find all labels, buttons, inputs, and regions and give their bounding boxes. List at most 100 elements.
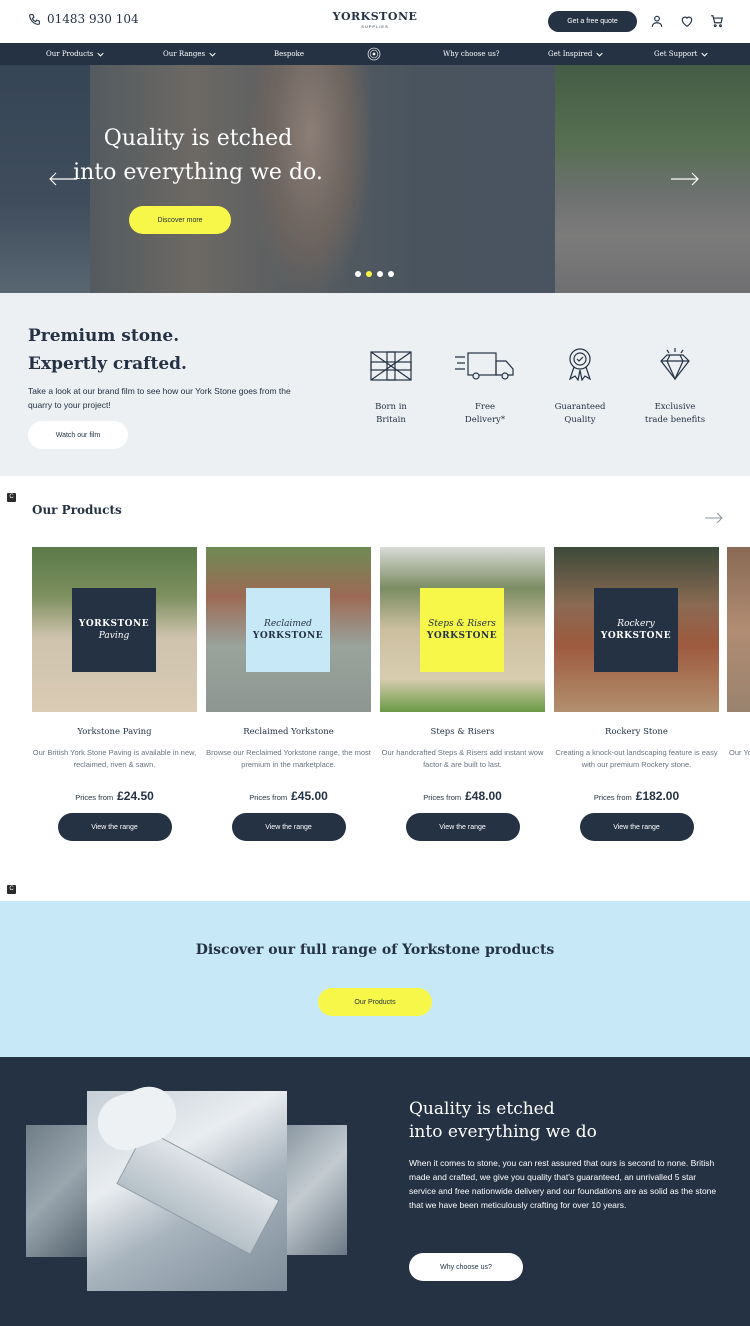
nav-bespoke[interactable]: Bespoke	[274, 43, 304, 65]
logo-seal-icon[interactable]	[367, 47, 381, 61]
feature-label-line1: Guaranteed	[554, 402, 606, 412]
premium-title: Premium stone. Expertly crafted.	[28, 322, 187, 378]
product-card-reclaimed[interactable]: Reclaimed YORKSTONE Reclaimed Yorkstone …	[206, 547, 371, 841]
premium-title-line2: Expertly crafted.	[28, 354, 187, 374]
price-label: Prices from	[593, 793, 632, 802]
nav-label: Our Products	[46, 50, 94, 58]
feature-label-line2: Delivery*	[464, 415, 506, 425]
brand-box-range: Reclaimed	[264, 619, 312, 629]
feature-guaranteed-quality: Guaranteed Quality	[535, 348, 625, 427]
brand-box-range: Paving	[98, 631, 130, 641]
carousel-dot-active[interactable]	[366, 271, 372, 277]
premium-section: Premium stone. Expertly crafted. Take a …	[0, 293, 750, 476]
nav-label: Our Ranges	[163, 50, 206, 58]
chevron-down-icon	[701, 52, 709, 57]
chevron-down-icon	[97, 52, 105, 57]
nav-our-products[interactable]: Our Products	[46, 43, 105, 65]
craftsmanship-image-collage	[26, 1085, 356, 1298]
chevron-down-icon	[209, 52, 216, 57]
feature-born-in-britain: Born in Britain	[346, 351, 436, 427]
feature-label-line2: Quality	[564, 415, 596, 425]
price-amount: £182.00	[635, 789, 680, 803]
product-card-steps[interactable]: Steps & Risers YORKSTONE Steps & Risers …	[380, 547, 545, 841]
product-name[interactable]: Rockery Stone	[554, 727, 719, 737]
product-card-rockery[interactable]: Rockery YORKSTONE Rockery Stone Creating…	[554, 547, 719, 841]
premium-title-line1: Premium stone.	[28, 326, 180, 346]
discover-more-button[interactable]: Discover more	[129, 206, 231, 234]
products-title: Our Products	[32, 503, 122, 517]
view-range-button[interactable]: View the range	[57, 813, 172, 841]
arrow-left-icon[interactable]	[48, 172, 78, 186]
our-products-button[interactable]: Our Products	[318, 988, 432, 1016]
delivery-truck-icon	[455, 352, 514, 380]
collage-image-center	[87, 1091, 287, 1291]
account-icon[interactable]	[650, 14, 664, 28]
view-range-button[interactable]: View the range	[405, 813, 520, 841]
product-description: Creating a knock-out landscaping feature…	[555, 748, 718, 769]
nav-label: Get Inspired	[548, 50, 593, 58]
product-card-paving[interactable]: YORKSTONE Paving Yorkstone Paving Our Br…	[32, 547, 197, 841]
logo-subtitle: SUPPLIES	[361, 24, 389, 29]
product-image[interactable]: Reclaimed YORKSTONE	[206, 547, 371, 712]
why-choose-us-button[interactable]: Why choose us?	[409, 1253, 523, 1281]
product-image[interactable]: Rockery YORKSTONE	[554, 547, 719, 712]
product-description: Browse our Reclaimed Yorkstone range, th…	[206, 748, 371, 769]
product-image[interactable]: Steps & Risers YORKSTONE	[380, 547, 545, 712]
widget-badge[interactable]: C	[7, 493, 16, 502]
nav-label: Get Support	[654, 50, 698, 58]
nav-get-support[interactable]: Get Support	[654, 43, 709, 65]
discover-title: Discover our full range of Yorkstone pro…	[195, 942, 555, 958]
arrow-right-icon[interactable]	[670, 172, 700, 186]
feature-free-delivery: Free Delivery*	[440, 351, 530, 427]
hero-carousel: Quality is etched into everything we do.…	[0, 65, 750, 293]
product-name[interactable]: Reclaimed Yorkstone	[206, 727, 371, 737]
hero-title-line2: into everything we do.	[73, 160, 323, 185]
phone-icon	[29, 13, 40, 25]
premium-text: Take a look at our brand film to see how…	[28, 386, 291, 410]
cart-icon[interactable]	[710, 14, 724, 28]
brand-box: Reclaimed YORKSTONE	[246, 588, 330, 672]
wishlist-heart-icon[interactable]	[680, 14, 694, 28]
quality-text: When it comes to stone, you can rest ass…	[409, 1158, 717, 1210]
product-image[interactable]	[727, 547, 750, 712]
nav-our-ranges[interactable]: Our Ranges	[163, 43, 216, 65]
logo-wordmark: YORKSTONE	[332, 10, 418, 23]
feature-trade-benefits: Exclusive trade benefits	[630, 348, 720, 427]
hero-title: Quality is etched into everything we do.	[68, 122, 328, 190]
brand-box-range: Rockery	[617, 619, 655, 629]
phone-link[interactable]: 01483 930 104	[28, 12, 139, 26]
diamond-icon	[660, 348, 690, 381]
hero-title-line1: Quality is etched	[103, 126, 293, 151]
arrow-right-icon[interactable]	[704, 512, 724, 524]
brand-box: Rockery YORKSTONE	[594, 588, 678, 672]
brand-box-wordmark: YORKSTONE	[252, 631, 324, 641]
nav-why-choose-us[interactable]: Why choose us?	[443, 43, 500, 65]
discover-banner: Discover our full range of Yorkstone pro…	[0, 901, 750, 1057]
view-range-button[interactable]: View the range	[231, 813, 346, 841]
product-description: Our British York Stone Paving is availab…	[32, 748, 197, 769]
product-image[interactable]: YORKSTONE Paving	[32, 547, 197, 712]
carousel-dot[interactable]	[388, 271, 394, 277]
collage-image-left	[26, 1125, 88, 1257]
price-amount: £24.50	[117, 789, 154, 803]
product-price: Prices from £45.00	[206, 789, 371, 803]
brand-box: YORKSTONE Paving	[72, 588, 156, 672]
feature-label-line2: trade benefits	[644, 415, 706, 425]
product-name[interactable]: Yorkstone Paving	[32, 727, 197, 737]
free-quote-button[interactable]: Get a free quote	[548, 11, 637, 32]
carousel-dot[interactable]	[355, 271, 361, 277]
product-name[interactable]: Steps & Risers	[380, 727, 545, 737]
nav-label: Bespoke	[274, 50, 304, 58]
brand-box-wordmark: YORKSTONE	[600, 631, 672, 641]
site-logo[interactable]: YORKSTONE SUPPLIES	[310, 10, 440, 29]
collage-image-right	[287, 1125, 347, 1255]
quality-title-line1: Quality is etched	[409, 1099, 555, 1119]
widget-badge[interactable]: C	[7, 885, 16, 894]
watch-film-button[interactable]: Watch our film	[28, 421, 128, 449]
carousel-dot[interactable]	[377, 271, 383, 277]
view-range-button[interactable]: View the range	[579, 813, 694, 841]
product-card-partial[interactable]: Our Yo	[727, 547, 750, 757]
product-price: Prices from £48.00	[380, 789, 545, 803]
nav-get-inspired[interactable]: Get Inspired	[548, 43, 603, 65]
nav-label: Why choose us?	[443, 50, 500, 58]
